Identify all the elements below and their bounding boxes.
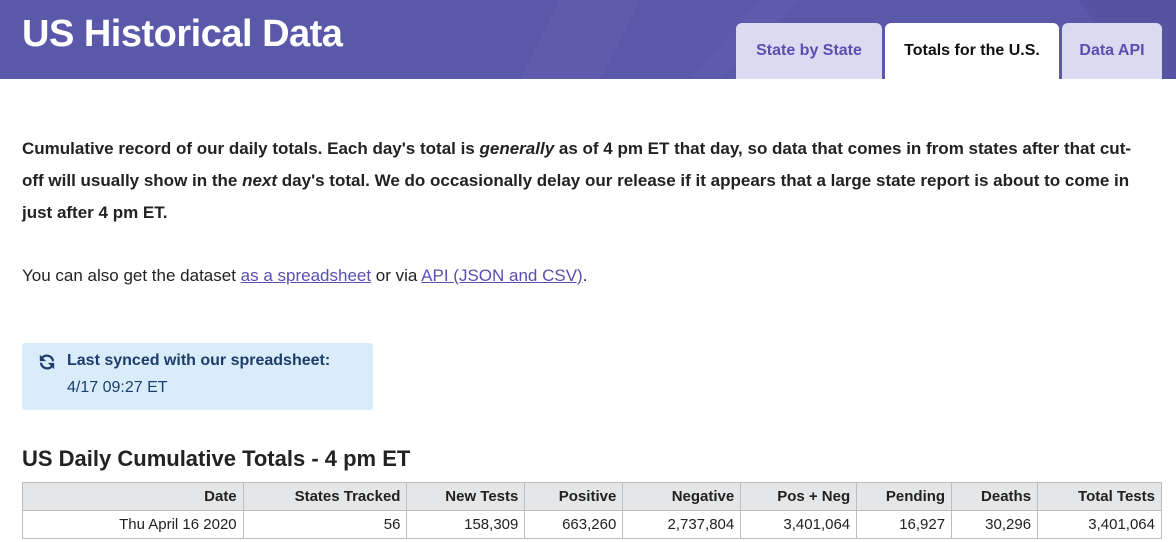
column-header-total-tests[interactable]: Total Tests [1037,482,1162,511]
sync-time: 4/17 09:27 ET [67,379,168,396]
cell-states-tracked: 56 [242,510,408,539]
column-header-states-tracked[interactable]: States Tracked [242,482,408,511]
column-header-pos-neg[interactable]: Pos + Neg [740,482,858,511]
cell-total-tests: 3,401,064 [1037,510,1162,539]
intro-emphasis: generally [479,139,555,158]
cell-pending: 16,927 [856,510,953,539]
column-header-negative[interactable]: Negative [622,482,742,511]
column-header-new-tests[interactable]: New Tests [406,482,526,511]
dataset-links-text: . [582,266,588,285]
column-header-deaths[interactable]: Deaths [951,482,1039,511]
cell-deaths: 30,296 [951,510,1039,539]
cell-date: Thu April 16 2020 [22,510,244,539]
tab-us-totals[interactable]: Totals for the U.S. [885,23,1059,79]
column-header-date[interactable]: Date [22,482,244,511]
table-title: US Daily Cumulative Totals - 4 pm ET [22,446,411,471]
page-title: US Historical Data [22,13,343,55]
cell-negative: 2,737,804 [622,510,742,539]
cell-pos-neg: 3,401,064 [740,510,858,539]
sync-icon [39,354,55,370]
dataset-links-paragraph: You can also get the dataset as a spread… [22,262,587,290]
dataset-links-text: You can also get the dataset [22,266,241,285]
table-header-row: Date States Tracked New Tests Positive N… [22,482,1162,511]
api-link[interactable]: API (JSON and CSV) [421,266,583,285]
totals-table: Date States Tracked New Tests Positive N… [22,482,1162,539]
tab-state-by-state[interactable]: State by State [736,23,882,79]
spreadsheet-link[interactable]: as a spreadsheet [241,266,371,285]
sync-status-box: Last synced with our spreadsheet: 4/17 0… [22,343,373,410]
cell-positive: 663,260 [524,510,624,539]
column-header-positive[interactable]: Positive [524,482,624,511]
column-header-pending[interactable]: Pending [856,482,953,511]
intro-paragraph: Cumulative record of our daily totals. E… [22,133,1147,229]
tab-data-api[interactable]: Data API [1062,23,1162,79]
table-row: Thu April 16 2020 56 158,309 663,260 2,7… [22,510,1162,539]
cell-new-tests: 158,309 [406,510,526,539]
intro-text: Cumulative record of our daily totals. E… [22,139,480,158]
sync-label: Last synced with our spreadsheet: [67,352,331,369]
site-header: US Historical Data State by State Totals… [0,0,1176,79]
dataset-links-text: or via [371,266,422,285]
intro-emphasis: next [242,171,278,190]
